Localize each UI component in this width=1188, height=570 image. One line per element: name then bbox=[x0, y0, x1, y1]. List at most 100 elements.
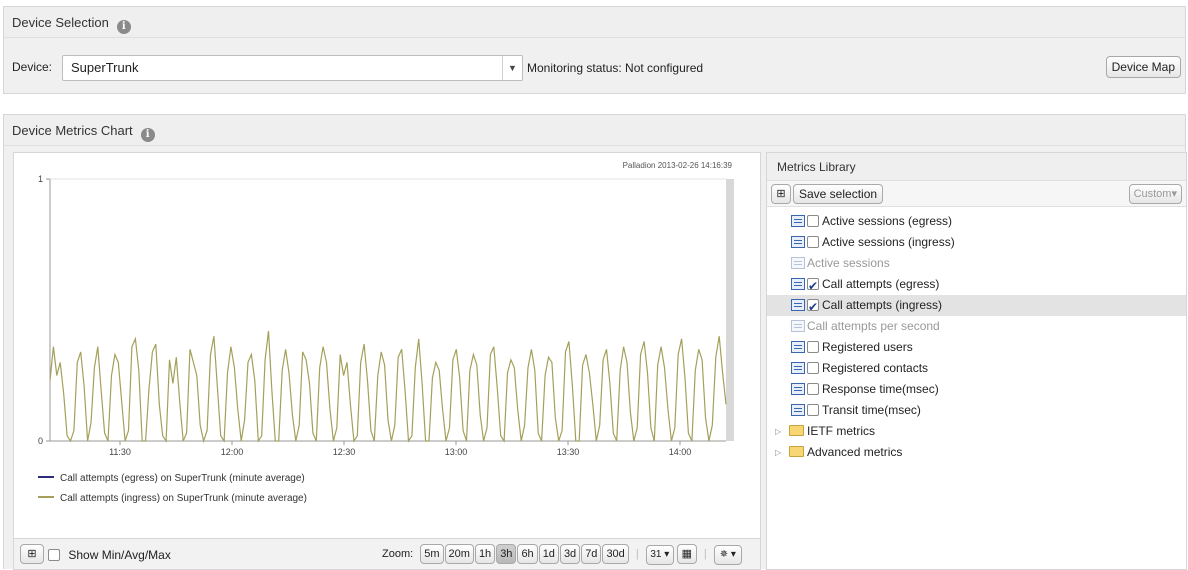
zoom-controls: Zoom: 5m 20m 1h 3h 6h 1d 3d 7d 30d | 31 ▾ ▦ | ✵ … bbox=[382, 544, 742, 565]
show-min-avg-max-label: Show Min/Avg/Max bbox=[68, 548, 171, 562]
metric-icon bbox=[791, 362, 805, 374]
zoom-3d-button[interactable]: 3d bbox=[559, 544, 581, 564]
legend-label: Call attempts (ingress) on SuperTrunk (m… bbox=[60, 493, 307, 504]
zoom-20m-button[interactable]: 20m bbox=[444, 544, 474, 564]
device-map-button[interactable]: Device Map bbox=[1105, 56, 1181, 78]
device-metrics-header: Device Metrics Chart i bbox=[4, 115, 1185, 146]
metric-checkbox[interactable] bbox=[807, 404, 819, 416]
checkbox[interactable] bbox=[48, 549, 60, 561]
folder-item[interactable]: ▷ Advanced metrics bbox=[767, 442, 1186, 463]
metric-checkbox[interactable] bbox=[807, 362, 819, 374]
info-icon[interactable]: i bbox=[116, 20, 131, 34]
zoom-1d-button[interactable]: 1d bbox=[538, 544, 559, 564]
metric-label: Active sessions (egress) bbox=[822, 214, 953, 228]
metric-icon bbox=[791, 320, 805, 332]
device-selection-panel: Device Selection i Device: SuperTrunk ▼ M… bbox=[3, 6, 1186, 94]
folder-icon bbox=[789, 425, 804, 436]
chart-scroll-strip bbox=[726, 179, 734, 441]
chevron-down-icon[interactable]: ▼ bbox=[502, 56, 522, 80]
calendar-icon-text: 31 bbox=[650, 549, 662, 560]
metric-label: Active sessions bbox=[807, 256, 890, 270]
calendar-range-icon[interactable]: ▦ bbox=[676, 544, 697, 564]
metric-icon bbox=[791, 404, 805, 416]
metric-label: Registered contacts bbox=[822, 361, 929, 375]
zoom-6h-button[interactable]: 6h bbox=[517, 544, 538, 564]
metrics-chart: 0 1 11:30 12:00 12:30 13:00 13:30 14:00 bbox=[38, 174, 734, 457]
metric-item[interactable]: Active sessions bbox=[767, 253, 1186, 274]
folder-icon bbox=[789, 446, 804, 457]
metric-checkbox[interactable] bbox=[807, 341, 819, 353]
metric-label: Call attempts per second bbox=[807, 319, 940, 333]
loading-spinner-icon[interactable]: ✵ ▾ bbox=[713, 545, 742, 565]
series-line-1 bbox=[49, 330, 727, 444]
info-icon[interactable]: i bbox=[140, 128, 155, 142]
device-select-value: SuperTrunk bbox=[71, 60, 139, 75]
metric-item[interactable]: Registered contacts bbox=[767, 358, 1186, 379]
metric-item[interactable]: Transit time(msec) bbox=[767, 400, 1186, 421]
device-selection-title: Device Selection bbox=[12, 15, 109, 30]
library-toolbar: ⊞ Save selection Custom▾ bbox=[767, 181, 1186, 207]
metric-checkbox[interactable] bbox=[807, 276, 819, 297]
zoom-5m-button[interactable]: 5m bbox=[420, 544, 444, 564]
metric-checkbox[interactable] bbox=[807, 236, 819, 248]
legend-item-ingress[interactable]: Call attempts (ingress) on SuperTrunk (m… bbox=[38, 493, 307, 504]
x-tick-label: 13:30 bbox=[557, 447, 580, 457]
custom-label: Custom bbox=[1133, 188, 1172, 200]
device-select[interactable]: SuperTrunk ▼ bbox=[62, 55, 523, 81]
chart-toolbar: ⊞ Show Min/Avg/Max Zoom: 5m 20m 1h 3h 6h 1d 3d… bbox=[14, 538, 760, 569]
zoom-30d-button[interactable]: 30d bbox=[602, 544, 629, 564]
metric-item[interactable]: Response time(msec) bbox=[767, 379, 1186, 400]
metric-icon bbox=[791, 299, 805, 311]
calendar-icon[interactable]: 31 ▾ bbox=[645, 545, 674, 565]
metric-icon bbox=[791, 341, 805, 353]
device-metrics-panel: Device Metrics Chart i 0 1 11:30 12:00 12:30 1… bbox=[3, 114, 1187, 570]
folder-item[interactable]: ▷ IETF metrics bbox=[767, 421, 1186, 442]
metric-item[interactable]: Call attempts (egress) bbox=[767, 274, 1186, 297]
metric-checkbox[interactable] bbox=[807, 215, 819, 227]
metric-label: Call attempts (egress) bbox=[822, 277, 940, 291]
metric-item[interactable]: Call attempts per second bbox=[767, 316, 1186, 337]
metric-item[interactable]: Active sessions (ingress) bbox=[767, 232, 1186, 253]
chart-timestamp: Palladion 2013-02-26 14:16:39 bbox=[622, 161, 732, 170]
legend-swatch bbox=[38, 476, 54, 478]
expand-triangle-icon[interactable]: ▷ bbox=[775, 442, 781, 463]
metric-icon bbox=[791, 236, 805, 248]
zoom-7d-button[interactable]: 7d bbox=[581, 544, 602, 564]
legend-item-egress[interactable]: Call attempts (egress) on SuperTrunk (mi… bbox=[38, 473, 305, 484]
save-selection-button[interactable]: Save selection bbox=[793, 184, 884, 204]
device-metrics-title: Device Metrics Chart bbox=[12, 123, 133, 138]
zoom-3h-button[interactable]: 3h bbox=[496, 544, 517, 564]
expand-triangle-icon[interactable]: ▷ bbox=[775, 421, 781, 442]
metric-item[interactable]: Registered users bbox=[767, 337, 1186, 358]
folder-label: Advanced metrics bbox=[807, 445, 903, 459]
x-tick-label: 14:00 bbox=[669, 447, 692, 457]
add-chart-icon[interactable]: ⊞ bbox=[20, 544, 44, 564]
metric-checkbox[interactable] bbox=[807, 297, 819, 318]
metric-label: Response time(msec) bbox=[822, 382, 939, 396]
metric-label: Transit time(msec) bbox=[822, 403, 921, 417]
metric-checkbox[interactable] bbox=[807, 383, 819, 395]
x-tick-label: 11:30 bbox=[109, 447, 131, 457]
metric-icon bbox=[791, 383, 805, 395]
metric-item[interactable]: Active sessions (egress) bbox=[767, 211, 1186, 232]
y-tick-label: 1 bbox=[38, 174, 43, 184]
metric-icon bbox=[791, 257, 805, 269]
metrics-library-title: Metrics Library bbox=[767, 153, 1186, 181]
metric-label: Active sessions (ingress) bbox=[822, 235, 955, 249]
x-tick-label: 12:30 bbox=[333, 447, 356, 457]
metric-item[interactable]: Call attempts (ingress) bbox=[767, 295, 1186, 318]
zoom-1h-button[interactable]: 1h bbox=[474, 544, 496, 564]
device-label: Device: bbox=[12, 60, 53, 74]
show-min-avg-max[interactable]: Show Min/Avg/Max bbox=[48, 548, 171, 562]
device-selection-header: Device Selection i bbox=[4, 7, 1185, 38]
chart-area: 0 1 11:30 12:00 12:30 13:00 13:30 14:00 Palladi… bbox=[13, 152, 761, 570]
metrics-list: Active sessions (egress) Active sessions … bbox=[767, 211, 1186, 463]
monitoring-status: Monitoring status: Not configured bbox=[527, 61, 704, 75]
metric-icon bbox=[791, 215, 805, 227]
metric-label: Call attempts (ingress) bbox=[822, 298, 943, 312]
y-tick-label: 0 bbox=[38, 436, 43, 446]
zoom-label: Zoom: bbox=[382, 548, 414, 560]
custom-dropdown[interactable]: Custom▾ bbox=[1128, 184, 1182, 204]
add-metric-icon[interactable]: ⊞ bbox=[771, 184, 791, 204]
metrics-library: Metrics Library ⊞ Save selection Custom▾… bbox=[766, 152, 1187, 570]
